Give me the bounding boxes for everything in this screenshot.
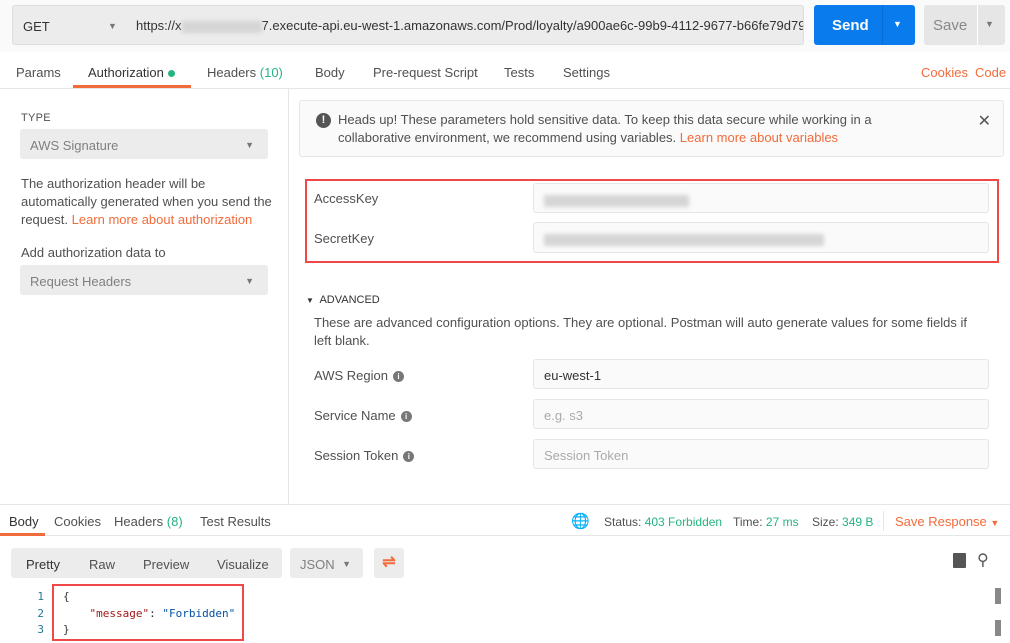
tab-headers[interactable]: Headers (10) <box>207 65 283 80</box>
service-name-label: Service Name i <box>314 408 412 423</box>
response-tab-headers[interactable]: Headers (8) <box>114 514 183 529</box>
status: Status: 403 Forbidden <box>604 515 723 529</box>
access-key-input[interactable] <box>533 183 989 213</box>
search-icon[interactable]: ⚲ <box>977 550 989 570</box>
tab-body[interactable]: Body <box>315 65 345 80</box>
access-key-label: AccessKey <box>314 191 379 206</box>
save-options-icon[interactable]: ▼ <box>985 19 994 29</box>
close-icon[interactable]: ✕ <box>978 111 991 131</box>
advanced-description: These are advanced configuration options… <box>314 315 968 348</box>
view-mode-tabs: Pretty Raw Preview Visualize <box>11 548 282 578</box>
alert-icon: ! <box>316 113 331 128</box>
add-to-select[interactable]: Request Headers ▼ <box>20 265 268 295</box>
panel-divider <box>288 89 289 504</box>
response-tab-test-results[interactable]: Test Results <box>200 514 271 529</box>
tab-settings[interactable]: Settings <box>563 65 610 80</box>
active-tab-indicator <box>73 85 191 88</box>
send-button[interactable]: Send ▼ <box>814 5 915 45</box>
method-select[interactable]: GET ▼ <box>12 5 127 45</box>
chevron-down-icon: ▼ <box>108 21 117 31</box>
region-input[interactable]: eu-west-1 <box>533 359 989 389</box>
add-to-label: Add authorization data to <box>21 245 166 260</box>
url-input[interactable]: https://x 7.execute-api.eu-west-1.amazona… <box>126 5 804 45</box>
method-value: GET <box>23 19 50 34</box>
url-suffix: 7.execute-api.eu-west-1.amazonaws.com/Pr… <box>261 18 804 33</box>
type-label: TYPE <box>21 112 51 124</box>
view-preview[interactable]: Preview <box>143 557 189 572</box>
info-icon: i <box>400 411 412 423</box>
tab-tests[interactable]: Tests <box>504 65 534 80</box>
tab-authorization[interactable]: Authorization <box>88 65 175 80</box>
tab-pre-request-script[interactable]: Pre-request Script <box>373 65 478 80</box>
sensitive-data-alert: ! Heads up! These parameters hold sensit… <box>299 100 1004 157</box>
copy-icon[interactable] <box>953 553 966 568</box>
save-button[interactable]: Save ▼ <box>924 5 1005 45</box>
active-tab-indicator <box>0 533 45 536</box>
send-label: Send <box>832 17 869 34</box>
line-numbers: 123 <box>37 590 44 636</box>
scrollbar[interactable] <box>995 588 1001 604</box>
request-tabs: Params Authorization Headers (10) Body P… <box>0 56 1010 89</box>
tab-params[interactable]: Params <box>16 65 61 80</box>
advanced-toggle[interactable]: ▼ ADVANCED <box>306 294 380 306</box>
session-token-label: Session Token i <box>314 448 415 463</box>
send-options-icon[interactable]: ▼ <box>893 19 902 29</box>
cookies-link[interactable]: Cookies <box>921 65 968 80</box>
region-label: AWS Region i <box>314 368 404 383</box>
save-label: Save <box>933 17 968 34</box>
response-tab-body[interactable]: Body <box>9 514 39 529</box>
learn-more-authorization-link[interactable]: Learn more about authorization <box>72 212 253 227</box>
code-line: "message": "Forbidden" <box>89 606 236 620</box>
caret-down-icon: ▼ <box>306 296 314 305</box>
url-prefix: https://x <box>136 18 182 33</box>
response-tab-cookies[interactable]: Cookies <box>54 514 101 529</box>
secret-key-input[interactable] <box>533 222 989 253</box>
code-line: } <box>63 623 70 636</box>
redacted-url-part <box>181 20 262 33</box>
format-select[interactable]: JSON ▼ <box>290 548 363 578</box>
globe-lock-icon[interactable]: 🌐 <box>571 512 590 530</box>
response-body: { "message": "Forbidden"} <box>63 589 235 639</box>
response-tabs: Body Cookies Headers (8) Test Results 🌐 … <box>0 504 1010 536</box>
view-visualize[interactable]: Visualize <box>217 557 269 572</box>
view-raw[interactable]: Raw <box>89 557 115 572</box>
info-icon: i <box>403 451 415 463</box>
view-pretty[interactable]: Pretty <box>26 557 60 572</box>
secret-key-label: SecretKey <box>314 231 374 246</box>
auth-type-select[interactable]: AWS Signature ▼ <box>20 129 268 159</box>
learn-more-variables-link[interactable]: Learn more about variables <box>680 130 838 145</box>
service-name-input[interactable]: e.g. s3 <box>533 399 989 429</box>
save-response-button[interactable]: Save Response ▼ <box>895 514 999 529</box>
session-token-input[interactable]: Session Token <box>533 439 989 469</box>
size: Size: 349 B <box>812 515 874 529</box>
active-dot-icon <box>167 70 175 77</box>
info-icon: i <box>392 371 404 383</box>
auth-description: The authorization header will be automat… <box>21 176 272 227</box>
time: Time: 27 ms <box>733 515 799 529</box>
code-line: { <box>63 590 70 603</box>
wrap-lines-icon[interactable]: ⇌ <box>374 548 404 578</box>
code-link[interactable]: Code <box>975 65 1006 80</box>
scrollbar[interactable] <box>995 620 1001 636</box>
